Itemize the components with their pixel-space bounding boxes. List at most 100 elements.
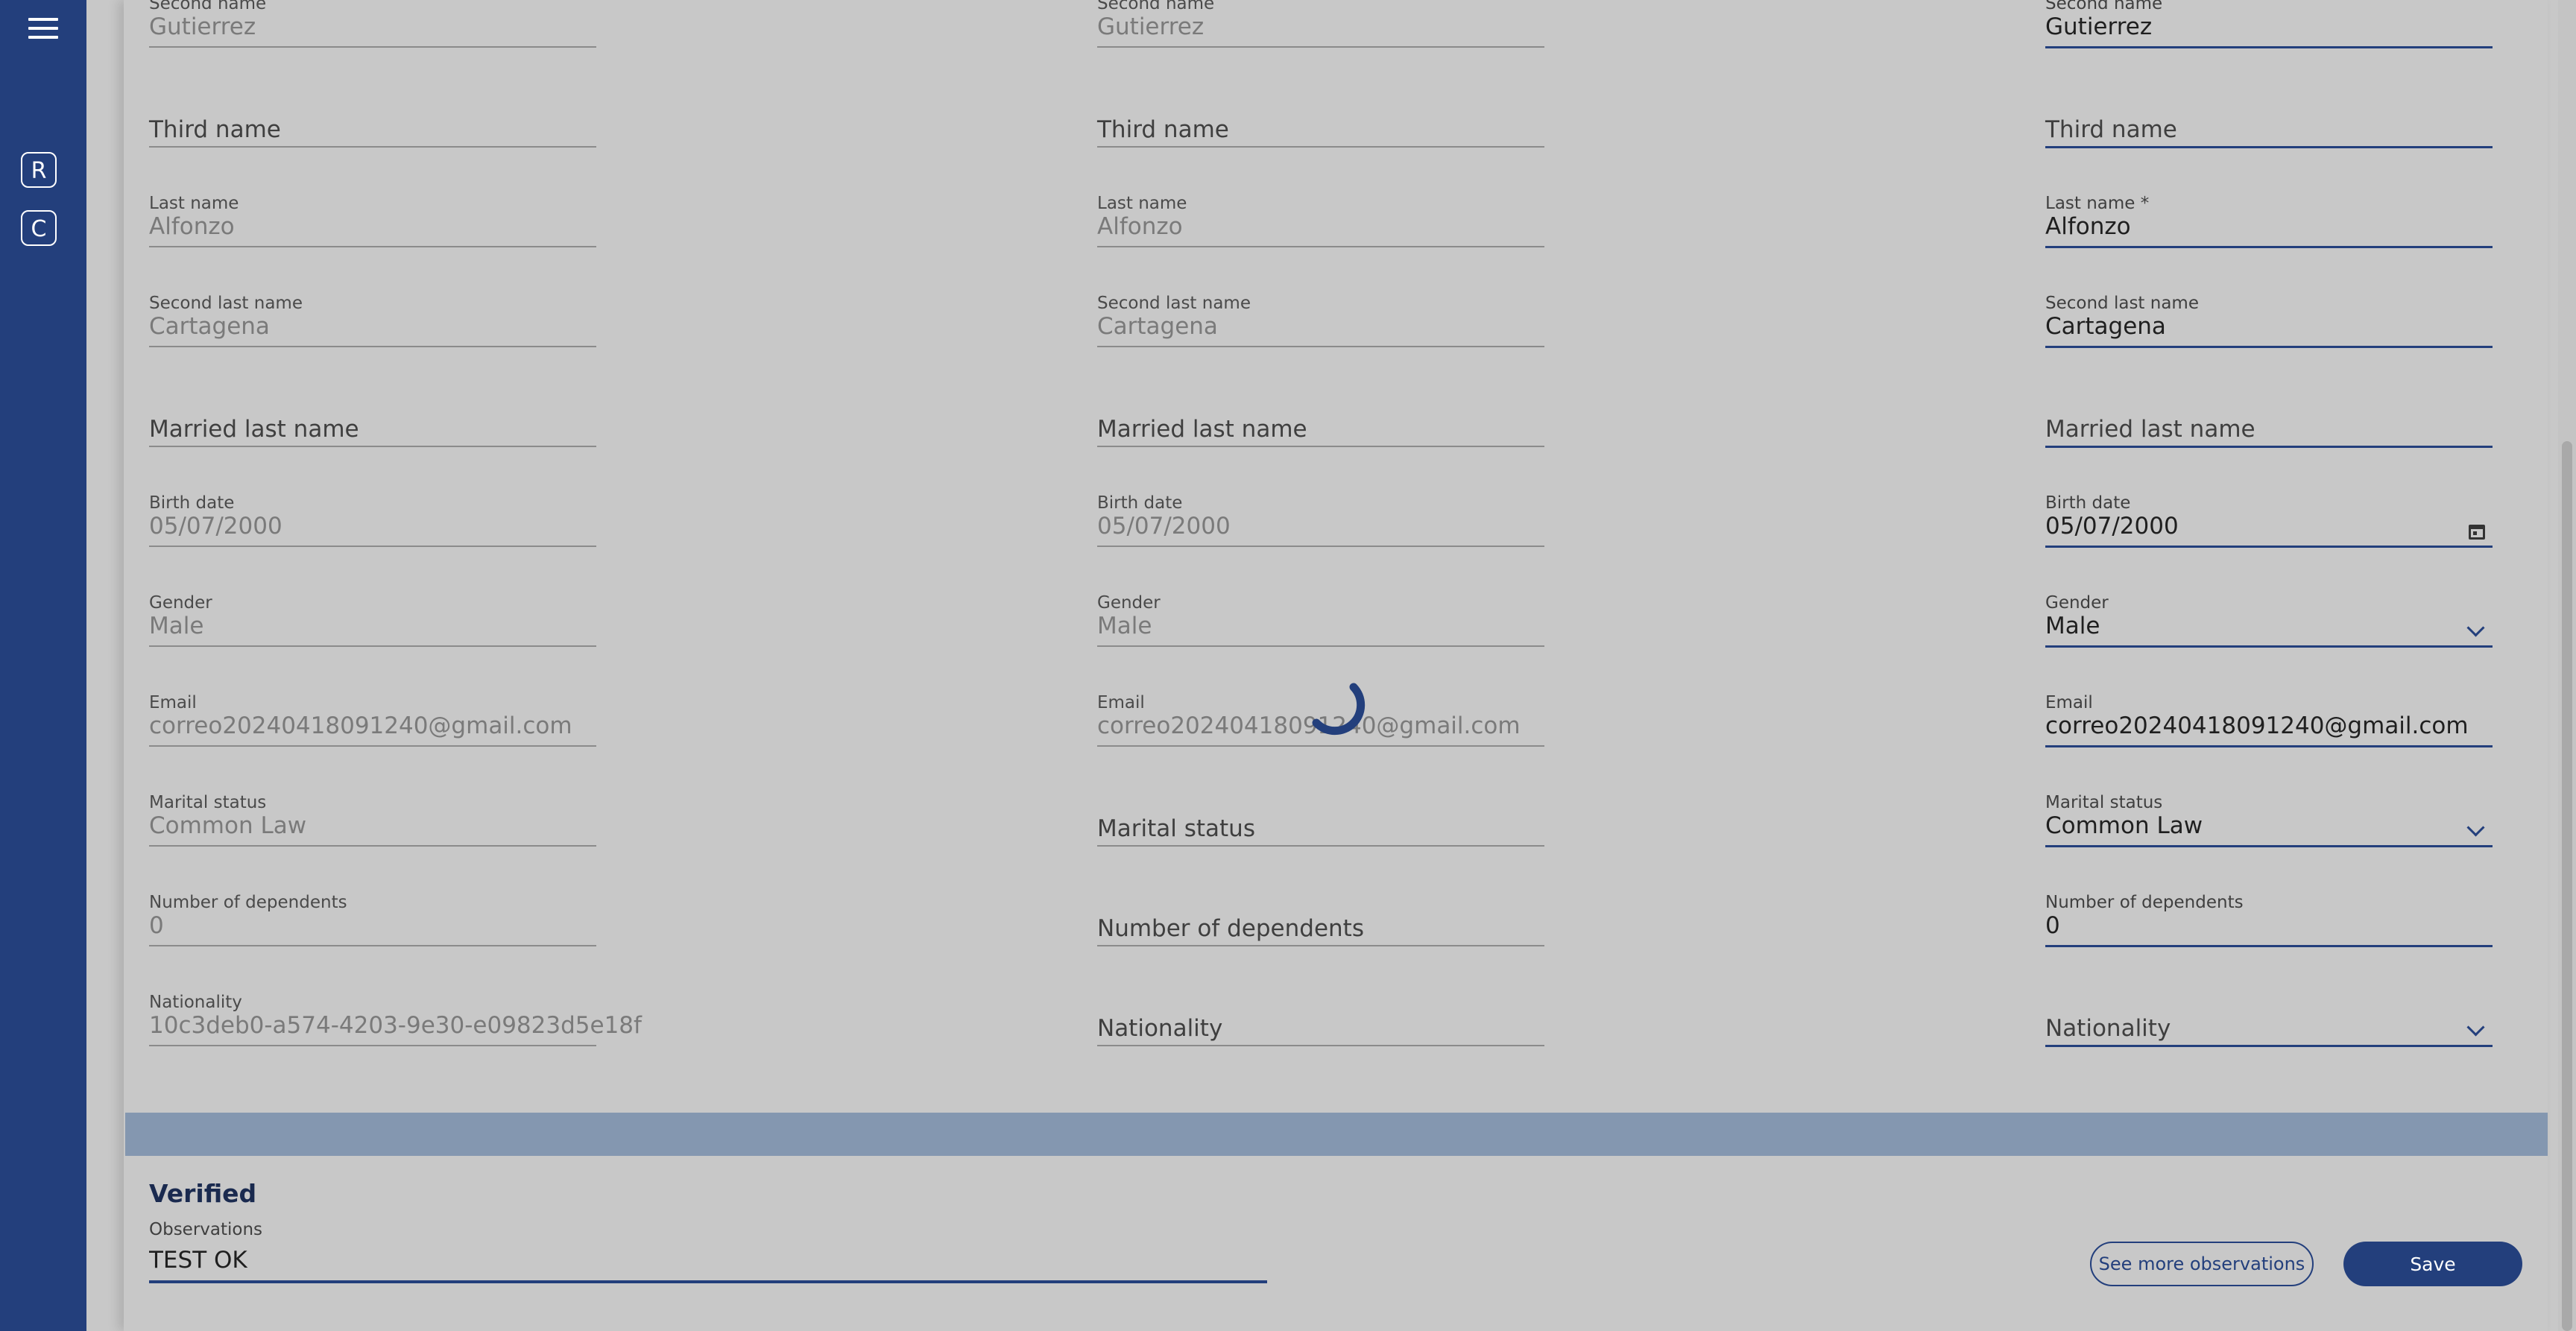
- observations-label: Observations: [149, 1220, 263, 1239]
- form-field-col3-row10[interactable]: Number of dependents 0: [2045, 893, 2493, 958]
- chevron-down-icon[interactable]: [2466, 619, 2485, 637]
- form-field-col1-row9: Marital status Common Law: [149, 793, 596, 859]
- field-label: Birth date: [149, 493, 235, 513]
- sidebar: R C: [0, 0, 86, 1331]
- form-field-col3-row7[interactable]: Gender Male: [2045, 593, 2493, 659]
- save-button[interactable]: Save: [2343, 1242, 2522, 1286]
- form-field-col2-row3: Last name Alfonzo: [1097, 194, 1544, 259]
- observations-input[interactable]: [149, 1240, 1267, 1283]
- sidebar-button-r[interactable]: R: [21, 152, 57, 188]
- field-underline: [1097, 1045, 1544, 1046]
- field-underline: [149, 745, 596, 747]
- field-underline: [149, 546, 596, 547]
- chevron-down-icon[interactable]: [2466, 1018, 2485, 1037]
- form-field-col3-row2[interactable]: Third name: [2045, 100, 2493, 159]
- form-field-col3-row6[interactable]: Birth date 05/07/2000: [2045, 493, 2493, 559]
- field-value: Male: [149, 613, 204, 639]
- field-underline: [1097, 546, 1544, 547]
- field-underline: [1097, 146, 1544, 148]
- field-label: Second name: [149, 0, 267, 13]
- hamburger-menu-icon[interactable]: [28, 18, 58, 40]
- form-field-col2-row7: Gender Male: [1097, 593, 1544, 659]
- field-label: Gender: [149, 593, 212, 613]
- calendar-icon[interactable]: [2469, 525, 2485, 540]
- field-underline: [2045, 845, 2493, 847]
- form-field-col3-row9[interactable]: Marital status Common Law: [2045, 793, 2493, 859]
- field-underline: [149, 1045, 596, 1046]
- field-placeholder: Nationality: [2045, 1015, 2171, 1042]
- form-field-col1-row11: Nationality 10c3deb0-a574-4203-9e30-e0982…: [149, 993, 642, 1058]
- form-field-col3-row5[interactable]: Married last name: [2045, 399, 2493, 459]
- form-field-col1-row4: Second last name Cartagena: [149, 294, 596, 359]
- field-underline: [149, 46, 596, 48]
- form-field-col1-row6: Birth date 05/07/2000: [149, 493, 596, 559]
- field-underline: [2045, 246, 2493, 248]
- form-field-col3-row1[interactable]: Second name Gutierrez: [2045, 0, 2493, 60]
- field-underline: [2045, 1045, 2493, 1047]
- field-underline: [2045, 945, 2493, 947]
- form-field-col2-row11: Nationality: [1097, 999, 1544, 1058]
- field-value[interactable]: correo20240418091240@gmail.com: [2045, 712, 2469, 739]
- field-label: Birth date: [1097, 493, 1183, 513]
- form-field-col1-row10: Number of dependents 0: [149, 893, 596, 958]
- field-value: Male: [1097, 613, 1152, 639]
- field-underline: [1097, 246, 1544, 247]
- field-underline: [2045, 745, 2493, 747]
- form-field-col2-row6: Birth date 05/07/2000: [1097, 493, 1544, 559]
- field-value[interactable]: Male: [2045, 613, 2100, 639]
- field-value: 0: [149, 912, 164, 939]
- field-underline: [1097, 845, 1544, 847]
- chevron-down-icon[interactable]: [2466, 818, 2485, 837]
- field-label: Number of dependents: [2045, 893, 2244, 912]
- field-label: Email: [1097, 693, 1145, 712]
- form-field-col1-row1: Second name Gutierrez: [149, 0, 596, 60]
- field-label: Second name: [1097, 0, 1215, 13]
- field-underline: [2045, 546, 2493, 548]
- field-underline: [149, 446, 596, 447]
- form-field-col1-row3: Last name Alfonzo: [149, 194, 596, 259]
- field-underline: [149, 645, 596, 647]
- field-underline: [1097, 945, 1544, 946]
- form-field-col3-row8[interactable]: Email correo20240418091240@gmail.com: [2045, 693, 2493, 759]
- field-value: 10c3deb0-a574-4203-9e30-e09823d5e18f: [149, 1012, 642, 1039]
- loading-spinner-icon: [1312, 683, 1366, 736]
- form-field-col3-row4[interactable]: Second last name Cartagena: [2045, 294, 2493, 359]
- field-value[interactable]: Cartagena: [2045, 313, 2166, 340]
- form-field-col2-row4: Second last name Cartagena: [1097, 294, 1544, 359]
- field-placeholder: Nationality: [1097, 1015, 1223, 1042]
- field-underline: [2045, 645, 2493, 648]
- field-value[interactable]: Common Law: [2045, 812, 2203, 839]
- form-field-col2-row10: Number of dependents: [1097, 899, 1544, 958]
- field-placeholder: Third name: [2045, 116, 2177, 143]
- field-value: 05/07/2000: [149, 513, 282, 540]
- scrollbar-thumb[interactable]: [2562, 441, 2572, 1331]
- field-placeholder: Married last name: [2045, 416, 2255, 443]
- form-field-col2-row1: Second name Gutierrez: [1097, 0, 1544, 60]
- field-value[interactable]: 05/07/2000: [2045, 513, 2179, 540]
- field-underline: [1097, 46, 1544, 48]
- field-label: Marital status: [2045, 793, 2163, 812]
- form-field-col3-row3[interactable]: Last name * Alfonzo: [2045, 194, 2493, 259]
- field-label: Last name: [1097, 194, 1187, 213]
- field-underline: [1097, 446, 1544, 447]
- field-value: Alfonzo: [149, 213, 235, 240]
- field-value: correo20240418091240@gmail.com: [149, 712, 572, 739]
- field-value: Cartagena: [149, 313, 270, 340]
- field-label: Second last name: [1097, 294, 1251, 313]
- field-underline: [2045, 46, 2493, 48]
- field-placeholder: Married last name: [149, 416, 359, 443]
- field-placeholder: Marital status: [1097, 815, 1255, 842]
- field-label: Second last name: [149, 294, 303, 313]
- field-value[interactable]: 0: [2045, 912, 2060, 939]
- field-value: Alfonzo: [1097, 213, 1183, 240]
- form-field-col3-row11[interactable]: Nationality: [2045, 999, 2493, 1058]
- field-underline: [2045, 146, 2493, 148]
- field-value[interactable]: Gutierrez: [2045, 13, 2152, 40]
- form-field-col1-row5: Married last name: [149, 399, 596, 459]
- see-more-observations-button[interactable]: See more observations: [2090, 1242, 2314, 1286]
- sidebar-button-c[interactable]: C: [21, 210, 57, 246]
- field-value[interactable]: Alfonzo: [2045, 213, 2131, 240]
- field-underline: [2045, 346, 2493, 348]
- field-underline: [149, 246, 596, 247]
- field-label: Last name: [149, 194, 239, 213]
